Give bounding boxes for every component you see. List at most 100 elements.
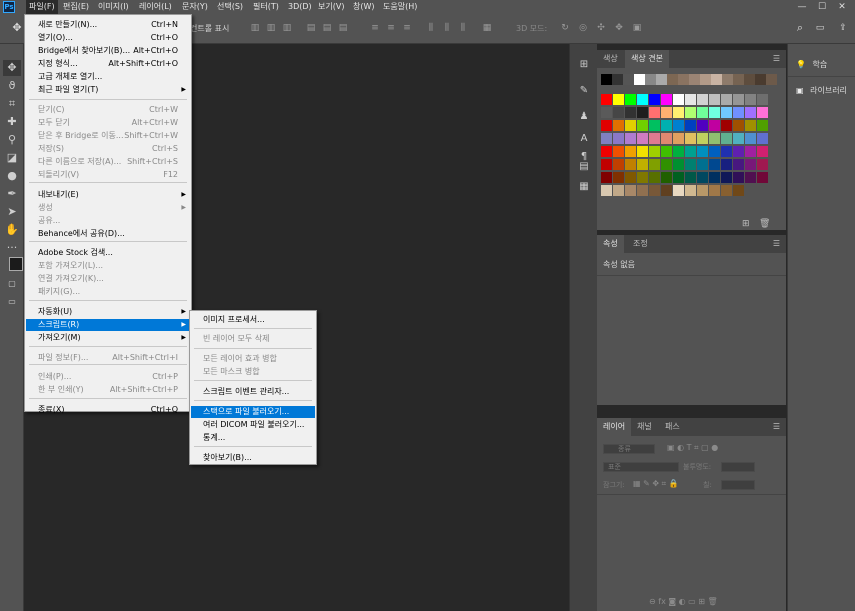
- clone-source-icon[interactable]: ♟: [577, 110, 591, 124]
- swatch[interactable]: [721, 120, 732, 131]
- swatch[interactable]: [625, 94, 636, 105]
- swatch[interactable]: [745, 172, 756, 183]
- close-button[interactable]: ✕: [831, 0, 853, 14]
- distribute-vcenter-icon[interactable]: ≡: [386, 23, 396, 33]
- swatch[interactable]: [601, 185, 612, 196]
- swatch[interactable]: [685, 172, 696, 183]
- swatch[interactable]: [685, 159, 696, 170]
- file-menu-item-15[interactable]: 공유...: [26, 215, 190, 227]
- distribute-hcenter-icon[interactable]: ⫼: [442, 23, 452, 33]
- show-transform-controls-label[interactable]: 컨트롤 표시: [190, 23, 229, 34]
- file-menu-item-18[interactable]: 포함 가져오기(L)...: [26, 260, 190, 272]
- swatch[interactable]: [625, 120, 636, 131]
- swatch[interactable]: [625, 172, 636, 183]
- file-menu-item-3[interactable]: Bridge에서 찾아보기(B)... Alt+Ctrl+O: [26, 45, 190, 57]
- file-menu-item-17[interactable]: Adobe Stock 검색...: [26, 247, 190, 259]
- swatch[interactable]: [637, 159, 648, 170]
- swatch[interactable]: [745, 159, 756, 170]
- swatch[interactable]: [649, 133, 660, 144]
- scripts-submenu-item-3[interactable]: 모든 레이어 효과 병합: [191, 353, 315, 365]
- swatch[interactable]: [637, 94, 648, 105]
- menu-window[interactable]: 창(W): [350, 0, 378, 14]
- learn-item[interactable]: 💡 학습: [796, 56, 827, 74]
- align-hcenter-icon[interactable]: ▤: [322, 23, 332, 33]
- swatch[interactable]: [613, 159, 624, 170]
- distribute-left-icon[interactable]: ⫼: [426, 23, 436, 33]
- menu-edit[interactable]: 편집(E): [60, 0, 92, 14]
- healing-brush-icon[interactable]: ✚: [3, 114, 21, 130]
- swatch[interactable]: [637, 133, 648, 144]
- swatch[interactable]: [721, 133, 732, 144]
- swatch[interactable]: [721, 146, 732, 157]
- swatch[interactable]: [700, 74, 711, 85]
- swatch[interactable]: [661, 107, 672, 118]
- scripts-submenu-item-2[interactable]: 빈 레이어 모두 삭제: [191, 333, 315, 345]
- notes-icon[interactable]: ▦: [577, 180, 591, 194]
- swatch[interactable]: [673, 94, 684, 105]
- 3d-scale-icon[interactable]: ▣: [632, 23, 642, 33]
- swatch[interactable]: [721, 159, 732, 170]
- blur-tool-icon[interactable]: ●: [3, 168, 21, 184]
- file-menu-item-16[interactable]: Behance에서 공유(D)...: [26, 228, 190, 240]
- swatch[interactable]: [625, 159, 636, 170]
- swatch[interactable]: [612, 74, 623, 85]
- file-menu-item-27[interactable]: 종료(X) Ctrl+Q: [26, 404, 190, 416]
- swatch[interactable]: [766, 74, 777, 85]
- swatch[interactable]: [661, 94, 672, 105]
- swatch[interactable]: [601, 146, 612, 157]
- swatch[interactable]: [601, 159, 612, 170]
- swatch[interactable]: [757, 94, 768, 105]
- swatch[interactable]: [709, 94, 720, 105]
- panel-menu-icon[interactable]: ☰: [773, 422, 780, 431]
- swatch[interactable]: [757, 146, 768, 157]
- file-menu-item-12[interactable]: 되돌리기(V) F12: [26, 169, 190, 181]
- 3d-roll-icon[interactable]: ◎: [578, 23, 588, 33]
- menu-view[interactable]: 보기(V): [315, 0, 347, 14]
- swatch[interactable]: [685, 107, 696, 118]
- swatch[interactable]: [613, 94, 624, 105]
- file-menu-item-11[interactable]: 다른 이름으로 저장(A)... Shift+Ctrl+S: [26, 156, 190, 168]
- lasso-tool-icon[interactable]: ϑ: [3, 78, 21, 94]
- eraser-tool-icon[interactable]: ◪: [3, 150, 21, 166]
- align-bottom-icon[interactable]: ▥: [282, 23, 292, 33]
- swatch[interactable]: [625, 146, 636, 157]
- swatch[interactable]: [649, 94, 660, 105]
- swatch[interactable]: [733, 74, 744, 85]
- swatch[interactable]: [685, 120, 696, 131]
- search-icon[interactable]: ⌕: [795, 22, 805, 33]
- swatch[interactable]: [673, 159, 684, 170]
- opacity-input[interactable]: [721, 462, 755, 472]
- swatch[interactable]: [757, 107, 768, 118]
- auto-align-icon[interactable]: ▦: [482, 23, 492, 33]
- swatch[interactable]: [637, 120, 648, 131]
- swatch[interactable]: [697, 107, 708, 118]
- swatch[interactable]: [733, 185, 744, 196]
- crop-tool-icon[interactable]: ⌗: [3, 96, 21, 112]
- swatch[interactable]: [613, 107, 624, 118]
- swatch[interactable]: [613, 133, 624, 144]
- scripts-submenu-item-4[interactable]: 모든 마스크 병합: [191, 366, 315, 378]
- pen-tool-icon[interactable]: ✒: [3, 186, 21, 202]
- swatch[interactable]: [721, 107, 732, 118]
- swatch[interactable]: [744, 74, 755, 85]
- swatch[interactable]: [649, 172, 660, 183]
- swatch[interactable]: [673, 185, 684, 196]
- maximize-button[interactable]: ☐: [811, 0, 833, 14]
- swatch[interactable]: [678, 74, 689, 85]
- swatch[interactable]: [661, 185, 672, 196]
- menu-3d[interactable]: 3D(D): [285, 0, 315, 14]
- lock-icons[interactable]: ▦ ✎ ✥ ⌗ 🔒: [633, 479, 679, 489]
- swatch[interactable]: [697, 159, 708, 170]
- swatch[interactable]: [711, 74, 722, 85]
- swatch[interactable]: [625, 107, 636, 118]
- swatch[interactable]: [649, 120, 660, 131]
- swatch[interactable]: [709, 172, 720, 183]
- file-menu-item-6[interactable]: 최근 파일 열기(T) ▶: [26, 84, 190, 96]
- align-left-icon[interactable]: ▤: [306, 23, 316, 33]
- file-menu-item-10[interactable]: 저장(S) Ctrl+S: [26, 143, 190, 155]
- swatch[interactable]: [745, 120, 756, 131]
- swatch[interactable]: [613, 172, 624, 183]
- swatch[interactable]: [601, 74, 612, 85]
- swatch[interactable]: [601, 107, 612, 118]
- swatch[interactable]: [613, 185, 624, 196]
